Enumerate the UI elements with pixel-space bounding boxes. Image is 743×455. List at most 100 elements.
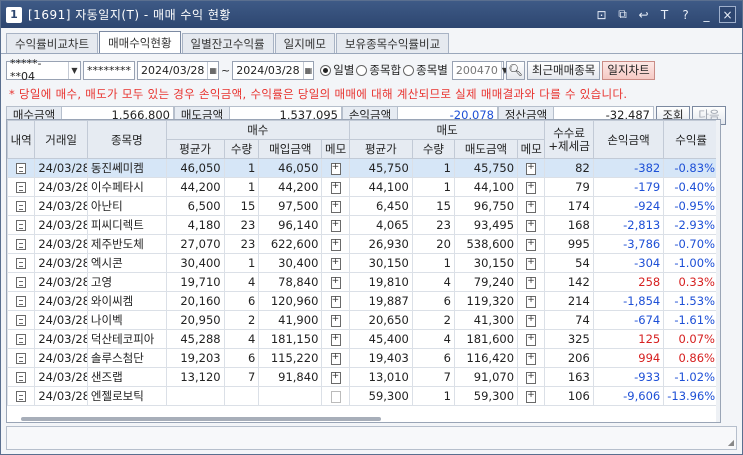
table-row[interactable]: 24/03/28고영19,710478,84019,810479,2401422… xyxy=(7,272,719,292)
name-cell: 피씨디렉트 xyxy=(86,215,167,235)
undo-icon[interactable]: ↩ xyxy=(635,6,652,23)
memo-add-icon[interactable] xyxy=(526,352,537,365)
trade-grid[interactable]: 내역 거래일 종목명 매수 매도 수수료 +제세금 손익금액 수익률 평균가 수… xyxy=(6,119,721,423)
detail-doc-icon[interactable] xyxy=(16,239,27,250)
memo-add-icon[interactable] xyxy=(330,295,341,308)
stock-code-select[interactable]: 200470 ▼ xyxy=(451,60,508,80)
close-icon[interactable]: × xyxy=(719,6,736,23)
memo-add-icon[interactable] xyxy=(330,390,341,403)
detail-doc-icon[interactable] xyxy=(16,372,27,383)
memo-add-icon[interactable] xyxy=(330,181,341,194)
tab-4[interactable]: 보유종목수익률비교 xyxy=(335,33,450,53)
radio-option-1[interactable]: 종목합 xyxy=(356,62,401,78)
memo-add-icon[interactable] xyxy=(330,257,341,270)
memo-add-icon[interactable] xyxy=(526,257,537,270)
password-field[interactable]: ******** xyxy=(83,60,135,80)
detail-doc-icon[interactable] xyxy=(16,334,27,345)
date-from-field[interactable]: 2024/03/28 ▦ xyxy=(137,60,219,80)
resize-grip-icon[interactable]: ◢ xyxy=(728,438,734,447)
table-row[interactable]: 24/03/28샌즈랩13,120791,84013,010791,070163… xyxy=(7,367,719,387)
detail-doc-icon[interactable] xyxy=(16,182,27,193)
radio-circle-icon[interactable] xyxy=(356,64,368,76)
radio-option-2[interactable]: 종목별 xyxy=(403,62,448,78)
calendar-icon[interactable]: ▦ xyxy=(207,61,218,79)
memo-add-icon[interactable] xyxy=(526,162,537,175)
detail-doc-icon[interactable] xyxy=(16,353,27,364)
memo-add-icon[interactable] xyxy=(526,390,537,403)
detail-doc-icon[interactable] xyxy=(16,258,27,269)
memo-add-icon[interactable] xyxy=(330,162,341,175)
memo-add-icon[interactable] xyxy=(330,352,341,365)
memo-add-icon[interactable] xyxy=(526,295,537,308)
chevron-down-icon[interactable]: ▼ xyxy=(68,61,80,79)
memo-add-icon[interactable] xyxy=(526,181,537,194)
tab-1[interactable]: 매매수익현황 xyxy=(99,31,181,53)
account-select[interactable]: *****-**04 ▼ xyxy=(6,57,81,83)
b-avg-cell: 45,288 xyxy=(165,329,225,349)
table-row[interactable]: 24/03/28제주반도체27,07023622,600 26,93020538,… xyxy=(7,234,719,254)
table-row[interactable]: 24/03/28덕산테코피아45,2884181,15045,4004181,6… xyxy=(7,329,719,349)
memo-add-icon[interactable] xyxy=(526,314,537,327)
table-row[interactable]: 24/03/28엔젤로보틱 59,300159,300 106-9,606-13.9… xyxy=(7,386,719,406)
memo-add-icon[interactable] xyxy=(526,371,537,384)
detail-doc-icon[interactable] xyxy=(16,296,27,307)
radio-circle-icon[interactable] xyxy=(320,64,332,76)
window-icon[interactable]: ⧉ xyxy=(614,6,631,23)
table-row[interactable]: 24/03/28와이씨켐20,1606120,96019,8876119,320… xyxy=(7,291,719,311)
memo-add-icon[interactable] xyxy=(330,371,341,384)
s-avg-cell: 30,150 xyxy=(348,253,413,273)
calendar-icon[interactable]: ▦ xyxy=(302,61,314,79)
window-number-badge: 1 xyxy=(6,6,22,23)
date-cell: 24/03/28 xyxy=(34,234,88,254)
recent-trades-button[interactable]: 최근매매종목 xyxy=(526,60,601,80)
table-row[interactable]: 24/03/28엑시콘30,400130,40030,150130,15054-… xyxy=(7,253,719,273)
col-sell-group: 매도 xyxy=(348,120,546,140)
b-amt-cell: 97,500 xyxy=(258,196,323,216)
memo-add-icon[interactable] xyxy=(526,219,537,232)
buy-memo-cell xyxy=(321,310,350,330)
help-icon[interactable]: ? xyxy=(677,6,694,23)
s-amt-cell: 91,070 xyxy=(453,367,519,387)
memo-add-icon[interactable] xyxy=(526,276,537,289)
detail-doc-icon[interactable] xyxy=(16,163,27,174)
radio-option-0[interactable]: 일별 xyxy=(320,62,354,78)
tab-0[interactable]: 수익률비교차트 xyxy=(6,33,99,53)
search-button[interactable]: 🔍︎ xyxy=(505,60,525,80)
memo-add-icon[interactable] xyxy=(330,238,341,251)
table-row[interactable]: 24/03/28이수페타시44,200144,20044,100144,1007… xyxy=(7,177,719,197)
rate-cell: 0.86% xyxy=(663,348,719,368)
detail-doc-icon[interactable] xyxy=(16,391,27,402)
detail-doc-icon[interactable] xyxy=(16,220,27,231)
radio-circle-icon[interactable] xyxy=(403,64,415,76)
memo-add-icon[interactable] xyxy=(526,333,537,346)
memo-add-icon[interactable] xyxy=(330,333,341,346)
b-avg-cell: 30,400 xyxy=(165,253,225,273)
table-row[interactable]: 24/03/28동진쎄미켐46,050146,05045,750145,7508… xyxy=(7,158,719,178)
journal-chart-button[interactable]: 일지차트 xyxy=(602,60,655,80)
tab-3[interactable]: 일지메모 xyxy=(274,33,335,53)
date-cell: 24/03/28 xyxy=(34,367,88,387)
minimize-icon[interactable]: _ xyxy=(698,6,715,23)
table-row[interactable]: 24/03/28솔루스첨단19,2036115,22019,4036116,42… xyxy=(7,348,719,368)
tab-2[interactable]: 일별잔고수익률 xyxy=(181,33,274,53)
date-to-field[interactable]: 2024/03/28 ▦ xyxy=(232,60,315,80)
memo-add-icon[interactable] xyxy=(526,238,537,251)
screen-icon[interactable]: ⊡ xyxy=(593,6,610,23)
detail-doc-icon[interactable] xyxy=(16,315,27,326)
vertical-scrollbar[interactable] xyxy=(716,120,720,422)
memo-add-icon[interactable] xyxy=(330,276,341,289)
memo-add-icon[interactable] xyxy=(330,200,341,213)
app-window: 1 [1691] 자동일지(T) - 매매 수익 현황 ⊡ ⧉ ↩ T? _ × 수익률비… xyxy=(0,0,743,455)
font-icon[interactable]: T xyxy=(656,6,673,23)
detail-doc-icon[interactable] xyxy=(16,277,27,288)
horizontal-scrollbar[interactable] xyxy=(21,417,381,421)
detail-doc-icon[interactable] xyxy=(16,201,27,212)
table-row[interactable]: 24/03/28나이벡20,950241,90020,650241,30074-… xyxy=(7,310,719,330)
table-row[interactable]: 24/03/28아난티6,5001597,5006,4501596,750174… xyxy=(7,196,719,216)
detail-cell xyxy=(7,215,36,235)
detail-cell xyxy=(7,253,36,273)
table-row[interactable]: 24/03/28피씨디렉트4,1802396,1404,0652393,4951… xyxy=(7,215,719,235)
memo-add-icon[interactable] xyxy=(330,219,341,232)
memo-add-icon[interactable] xyxy=(526,200,537,213)
memo-add-icon[interactable] xyxy=(330,314,341,327)
